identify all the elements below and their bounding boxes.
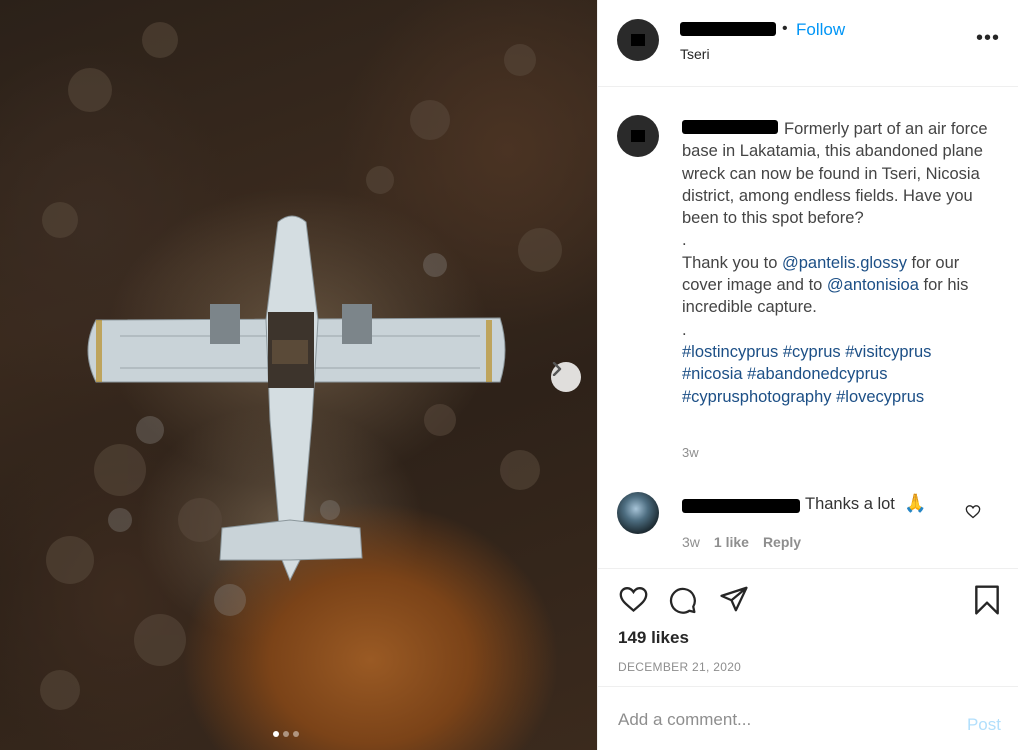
caption-separator: . xyxy=(682,231,687,250)
caption-thanks: Thank you to @pantelis.glossy for our co… xyxy=(682,252,992,319)
comment-input[interactable] xyxy=(618,707,938,733)
add-comment-bar: Post xyxy=(598,686,1018,750)
mention-link[interactable]: @antonisioa xyxy=(827,276,919,294)
like-heart-icon[interactable] xyxy=(618,585,649,613)
more-options-button[interactable]: ••• xyxy=(976,28,1000,48)
caption-body: Formerly part of an air force base in La… xyxy=(682,120,988,228)
location-link[interactable]: Tseri xyxy=(680,46,710,62)
post-header: • Follow Tseri ••• xyxy=(598,0,1018,87)
comment-like-heart-icon[interactable] xyxy=(965,504,981,519)
comment-bubble-icon[interactable] xyxy=(667,585,698,615)
carousel-dot xyxy=(293,731,299,737)
share-paper-plane-icon[interactable] xyxy=(719,585,749,613)
hashtag-links[interactable]: #lostincyprus #cyprus #visitcyprus #nico… xyxy=(682,341,992,408)
author-avatar[interactable] xyxy=(617,19,659,61)
next-photo-button[interactable] xyxy=(551,362,581,392)
save-bookmark-icon[interactable] xyxy=(973,584,1001,616)
post-date: DECEMBER 21, 2020 xyxy=(618,660,742,674)
likes-count[interactable]: 149 likes xyxy=(618,628,689,648)
pray-emoji: 🙏 xyxy=(904,493,927,513)
post-actions: 149 likes DECEMBER 21, 2020 xyxy=(598,568,1018,686)
post-comment-button[interactable]: Post xyxy=(967,715,1001,735)
reply-button[interactable]: Reply xyxy=(763,534,801,550)
post-side-panel: • Follow Tseri ••• Formerly part of an a… xyxy=(597,0,1018,750)
plane-wreck-illustration xyxy=(40,22,562,710)
caption-author-avatar[interactable] xyxy=(617,115,659,157)
follow-separator: • xyxy=(782,20,788,37)
carousel-dot xyxy=(273,731,279,737)
comment-meta: 3w 1 like Reply xyxy=(682,534,801,550)
redacted-commenter-username[interactable] xyxy=(682,499,800,513)
carousel-dot xyxy=(283,731,289,737)
mention-link[interactable]: @pantelis.glossy xyxy=(782,254,907,272)
post-photo[interactable] xyxy=(0,0,597,750)
redacted-username[interactable] xyxy=(680,22,776,36)
commenter-avatar[interactable] xyxy=(617,492,659,534)
follow-button[interactable]: Follow xyxy=(796,20,845,40)
comment-text: Thanks a lot xyxy=(805,495,895,513)
caption-text: Formerly part of an air force base in La… xyxy=(682,118,992,408)
caption-timestamp[interactable]: 3w xyxy=(682,445,699,460)
carousel-dots xyxy=(273,731,299,737)
caption-separator: . xyxy=(682,320,687,339)
comment-likes[interactable]: 1 like xyxy=(714,534,749,550)
thanks-prefix: Thank you to xyxy=(682,253,782,272)
comment-timestamp[interactable]: 3w xyxy=(682,534,700,550)
comment-item: Thanks a lot 🙏 3w 1 like Reply xyxy=(598,490,1018,560)
chevron-right-icon xyxy=(552,362,562,376)
